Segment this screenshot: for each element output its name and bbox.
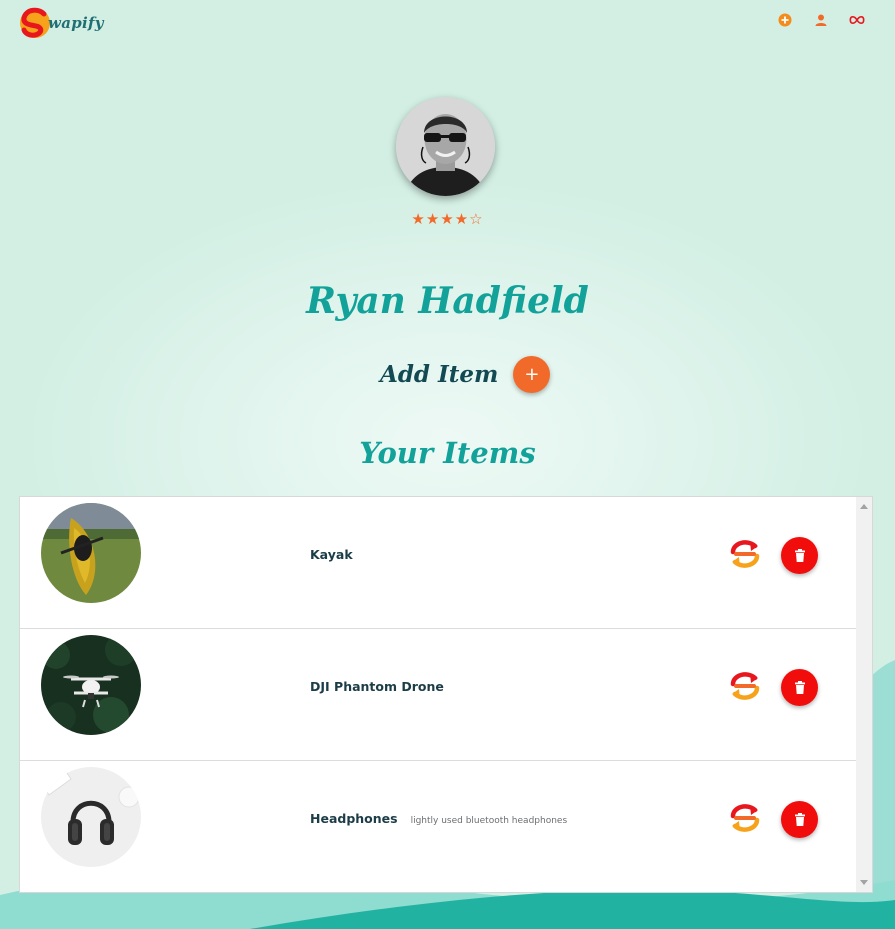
item-name: Kayak — [310, 547, 353, 562]
user-name: Ryan Hadfield — [306, 280, 589, 322]
list-item: Kayak — [20, 497, 856, 629]
user-avatar — [396, 97, 495, 196]
item-info: Headphones lightly used bluetooth headph… — [310, 811, 567, 826]
add-circle-icon[interactable] — [777, 12, 793, 28]
swap-logo-icon — [20, 7, 50, 38]
item-description: lightly used bluetooth headphones — [410, 816, 568, 826]
item-thumbnail — [41, 635, 141, 735]
item-thumbnail — [41, 503, 141, 603]
swap-icon — [730, 672, 760, 700]
user-rating-stars: ★★★★☆ — [411, 210, 484, 228]
swap-button[interactable] — [728, 537, 762, 571]
list-item: DJI Phantom Drone — [20, 629, 856, 761]
trash-icon — [794, 681, 805, 694]
trash-icon — [794, 549, 805, 562]
swap-button[interactable] — [728, 669, 762, 703]
items-list-scroll: Kayak DJI Phantom Drone Headphones light… — [20, 497, 856, 892]
swap-icon — [730, 540, 760, 568]
item-info: DJI Phantom Drone — [310, 679, 457, 694]
add-item-label: Add Item — [380, 361, 499, 388]
scroll-down-arrow-icon[interactable] — [860, 880, 868, 885]
scroll-up-arrow-icon[interactable] — [860, 504, 868, 509]
items-list: Kayak DJI Phantom Drone Headphones light… — [19, 496, 873, 893]
header-nav — [777, 12, 865, 28]
add-item-row: Add Item + — [380, 356, 551, 393]
swap-icon — [730, 804, 760, 832]
add-item-button[interactable]: + — [513, 356, 551, 393]
delete-button[interactable] — [781, 669, 818, 706]
trash-icon — [794, 813, 805, 826]
swap-button[interactable] — [728, 801, 762, 835]
list-item: Headphones lightly used bluetooth headph… — [20, 761, 856, 892]
item-name: DJI Phantom Drone — [310, 679, 444, 694]
app-logo[interactable]: wapify — [18, 6, 108, 38]
your-items-title: Your Items — [359, 436, 536, 470]
delete-button[interactable] — [781, 801, 818, 838]
person-icon[interactable] — [813, 12, 829, 28]
item-name: Headphones — [310, 811, 398, 826]
infinity-icon[interactable] — [849, 12, 865, 28]
delete-button[interactable] — [781, 537, 818, 574]
logo-text: wapify — [48, 14, 104, 32]
item-info: Kayak — [310, 547, 366, 562]
item-thumbnail — [41, 767, 141, 867]
list-scrollbar[interactable] — [856, 497, 872, 892]
